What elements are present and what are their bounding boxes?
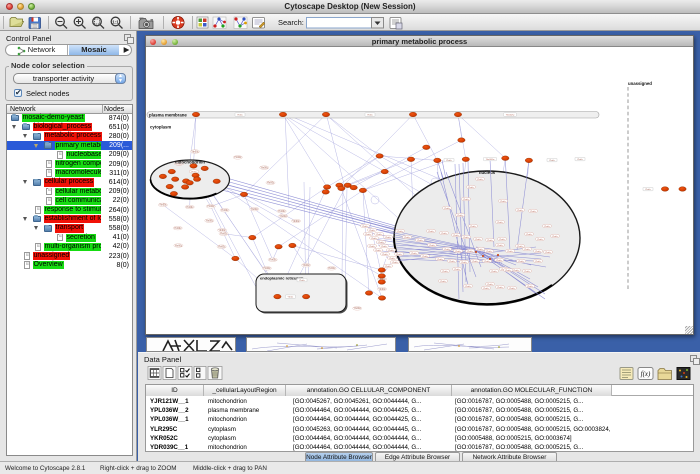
svg-text:mitochondrion: mitochondrion — [175, 160, 205, 165]
svg-text:Search:: Search: — [278, 18, 304, 27]
svg-text:f(x): f(x) — [641, 370, 651, 378]
svg-text:nucleus: nucleus — [479, 170, 496, 175]
svg-text:unassigned: unassigned — [628, 81, 652, 86]
svg-text:cytoplasm: cytoplasm — [150, 125, 171, 130]
svg-text:plasma membrane: plasma membrane — [149, 113, 187, 118]
svg-text:1:1: 1:1 — [112, 20, 119, 25]
